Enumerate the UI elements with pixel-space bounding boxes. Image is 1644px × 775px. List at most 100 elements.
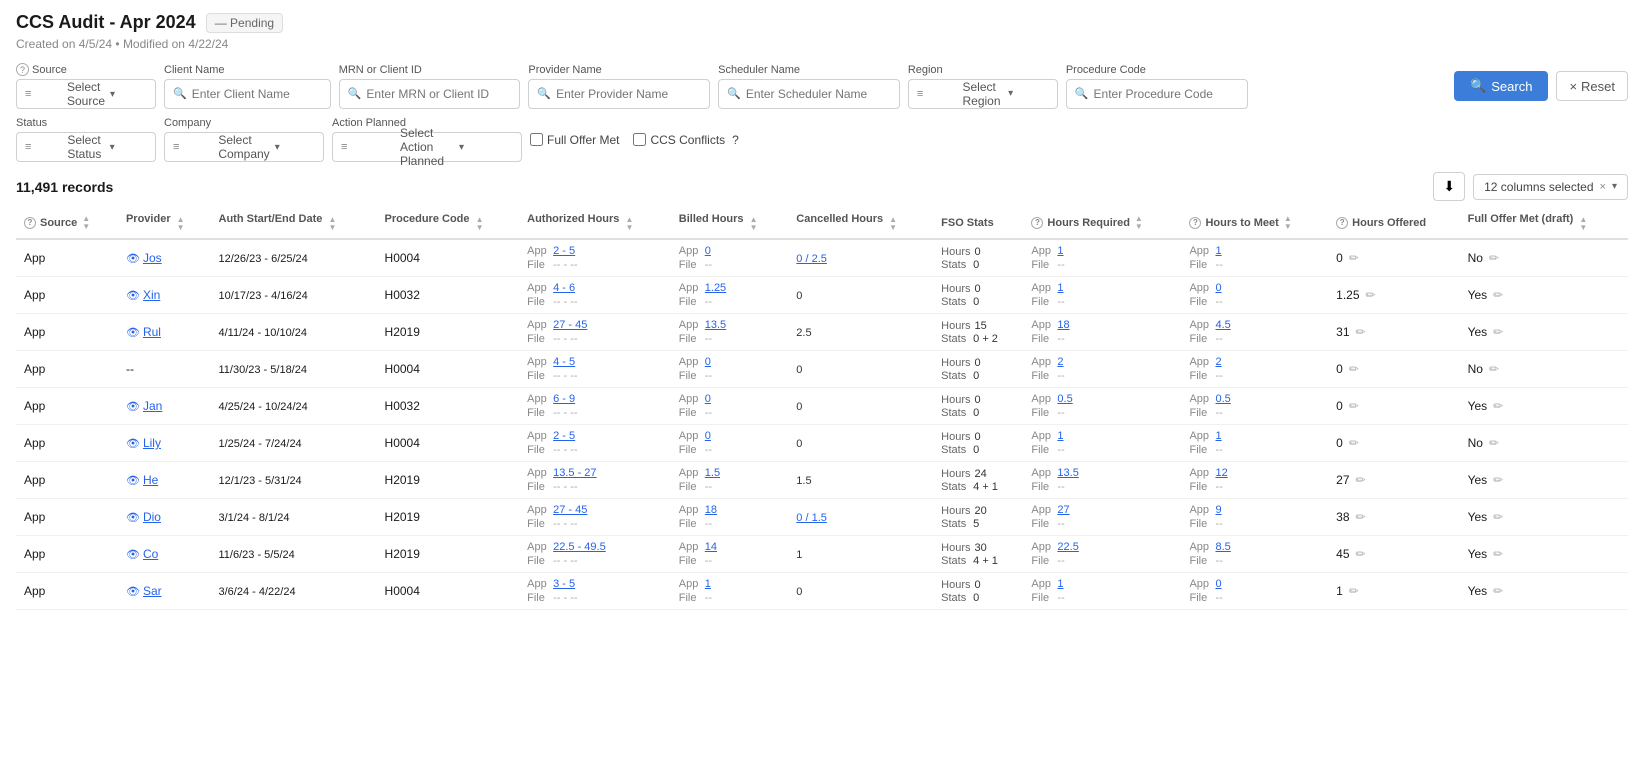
full-offer-edit-icon[interactable]: ✏ <box>1493 325 1503 339</box>
full-offer-edit-icon[interactable]: ✏ <box>1489 436 1499 450</box>
source-select[interactable]: ≡ Select Source ▾ <box>16 79 156 109</box>
fso-stats-cell: Hours20 Stats5 <box>933 499 1023 536</box>
ccs-conflicts-checkbox-label[interactable]: CCS Conflicts ? <box>633 133 738 147</box>
full-offer-edit-icon[interactable]: ✏ <box>1493 510 1503 524</box>
hours-offered-cell: 0 ✏ <box>1328 239 1459 277</box>
full-offer-edit-icon[interactable]: ✏ <box>1493 288 1503 302</box>
scheduler-search-icon: 🔍 <box>727 87 741 100</box>
full-offer-edit-icon[interactable]: ✏ <box>1493 473 1503 487</box>
company-filter: Company ≡ Select Company ▾ <box>164 117 324 162</box>
table-row: App👁Co11/6/23 - 5/5/24H2019 App22.5 - 49… <box>16 536 1628 573</box>
auth-date-cell: 10/17/23 - 4/16/24 <box>211 277 377 314</box>
full-offer-edit-icon[interactable]: ✏ <box>1493 399 1503 413</box>
hours-offered-edit-icon[interactable]: ✏ <box>1349 584 1359 598</box>
full-offer-met-cell: Yes ✏ <box>1460 499 1628 536</box>
full-offer-edit-icon[interactable]: ✏ <box>1493 547 1503 561</box>
billed-hours-sort[interactable]: ▲▼ <box>750 216 758 232</box>
provider-input[interactable] <box>556 87 701 101</box>
full-offer-edit-icon[interactable]: ✏ <box>1493 584 1503 598</box>
provider-sort[interactable]: ▲▼ <box>177 216 185 232</box>
download-icon: ⬇ <box>1443 178 1455 195</box>
toolbar-right: ⬇ 12 columns selected × ▾ <box>1433 172 1628 201</box>
hours-offered-edit-icon[interactable]: ✏ <box>1349 399 1359 413</box>
provider-filter: Provider Name 🔍 <box>528 64 710 109</box>
auth-date-cell: 11/6/23 - 5/5/24 <box>211 536 377 573</box>
status-filter: Status ≡ Select Status ▾ <box>16 117 156 162</box>
source-sort[interactable]: ▲▼ <box>82 215 90 231</box>
source-cell: App <box>16 239 118 277</box>
full-offer-met-checkbox[interactable] <box>530 133 543 146</box>
hours-req-info-icon[interactable]: ? <box>1031 217 1043 229</box>
client-name-search-icon: 🔍 <box>173 87 187 100</box>
auth-hours-sort[interactable]: ▲▼ <box>625 216 633 232</box>
reset-button[interactable]: × Reset <box>1556 71 1628 101</box>
col-cancelled-hours: Cancelled Hours ▲▼ <box>788 207 933 239</box>
col-billed-hours: Billed Hours ▲▼ <box>671 207 789 239</box>
search-button[interactable]: 🔍 Search <box>1454 71 1548 101</box>
region-select[interactable]: ≡ Select Region ▾ <box>908 79 1058 109</box>
provider-search-icon: 🔍 <box>537 87 551 100</box>
provider-cell: 👁Xin <box>118 277 211 314</box>
provider-cell: 👁Dio <box>118 499 211 536</box>
hours-meet-info-icon[interactable]: ? <box>1189 217 1201 229</box>
auth-date-sort[interactable]: ▲▼ <box>328 216 336 232</box>
mrn-input[interactable] <box>366 87 511 101</box>
table-row: App👁Xin10/17/23 - 4/16/24H0032 App4 - 6 … <box>16 277 1628 314</box>
scheduler-input[interactable] <box>746 87 891 101</box>
procedure-code-input[interactable] <box>1094 87 1239 101</box>
hours-required-cell: App2 File-- <box>1023 351 1181 388</box>
table-row: App👁Lily1/25/24 - 7/24/24H0004 App2 - 5 … <box>16 425 1628 462</box>
scheduler-filter: Scheduler Name 🔍 <box>718 64 900 109</box>
hours-offered-info-icon[interactable]: ? <box>1336 217 1348 229</box>
source-col-info-icon[interactable]: ? <box>24 217 36 229</box>
hours-meet-sort[interactable]: ▲▼ <box>1284 215 1292 231</box>
action-planned-select[interactable]: ≡ Select Action Planned ▾ <box>332 132 522 162</box>
columns-x-icon[interactable]: × <box>1600 181 1606 193</box>
hours-offered-edit-icon[interactable]: ✏ <box>1349 251 1359 265</box>
columns-selector[interactable]: 12 columns selected × ▾ <box>1473 174 1628 200</box>
status-select[interactable]: ≡ Select Status ▾ <box>16 132 156 162</box>
provider-cell: 👁Sar <box>118 573 211 610</box>
col-hours-offered: ? Hours Offered <box>1328 207 1459 239</box>
source-info-icon[interactable]: ? <box>16 63 29 76</box>
source-filter: ? Source ≡ Select Source ▾ <box>16 63 156 109</box>
hours-offered-edit-icon[interactable]: ✏ <box>1349 436 1359 450</box>
procedure-search-icon: 🔍 <box>1075 87 1089 100</box>
table-row: App👁He12/1/23 - 5/31/24H2019 App13.5 - 2… <box>16 462 1628 499</box>
hours-req-sort[interactable]: ▲▼ <box>1135 215 1143 231</box>
hours-offered-edit-icon[interactable]: ✏ <box>1356 473 1366 487</box>
region-funnel-icon: ≡ <box>917 88 958 100</box>
client-name-input[interactable] <box>192 87 322 101</box>
full-offer-sort[interactable]: ▲▼ <box>1579 216 1587 232</box>
billed-hours-cell: App14 File-- <box>671 536 789 573</box>
proc-code-sort[interactable]: ▲▼ <box>476 216 484 232</box>
hours-offered-cell: 45 ✏ <box>1328 536 1459 573</box>
reset-x-icon: × <box>1569 79 1577 94</box>
columns-chevron-icon[interactable]: ▾ <box>1612 181 1617 192</box>
hours-offered-edit-icon[interactable]: ✏ <box>1366 288 1376 302</box>
table-row: App👁Rul4/11/24 - 10/10/24H2019 App27 - 4… <box>16 314 1628 351</box>
auth-date-cell: 3/1/24 - 8/1/24 <box>211 499 377 536</box>
cancelled-hours-cell: 2.5 <box>788 314 933 351</box>
billed-hours-cell: App0 File-- <box>671 388 789 425</box>
full-offer-edit-icon[interactable]: ✏ <box>1489 362 1499 376</box>
ccs-conflicts-info-icon[interactable]: ? <box>732 133 739 147</box>
col-auth-hours: Authorized Hours ▲▼ <box>519 207 671 239</box>
provider-cell: 👁Co <box>118 536 211 573</box>
auth-date-cell: 3/6/24 - 4/22/24 <box>211 573 377 610</box>
ccs-conflicts-checkbox[interactable] <box>633 133 646 146</box>
proc-code-cell: H2019 <box>377 314 520 351</box>
company-select[interactable]: ≡ Select Company ▾ <box>164 132 324 162</box>
full-offer-met-cell: Yes ✏ <box>1460 388 1628 425</box>
hours-offered-edit-icon[interactable]: ✏ <box>1356 510 1366 524</box>
billed-hours-cell: App0 File-- <box>671 351 789 388</box>
billed-hours-cell: App1 File-- <box>671 573 789 610</box>
cancelled-hours-sort[interactable]: ▲▼ <box>889 216 897 232</box>
provider-cell: 👁He <box>118 462 211 499</box>
hours-offered-edit-icon[interactable]: ✏ <box>1356 547 1366 561</box>
full-offer-met-checkbox-label[interactable]: Full Offer Met <box>530 133 619 147</box>
hours-offered-edit-icon[interactable]: ✏ <box>1356 325 1366 339</box>
hours-offered-edit-icon[interactable]: ✏ <box>1349 362 1359 376</box>
full-offer-edit-icon[interactable]: ✏ <box>1489 251 1499 265</box>
download-button[interactable]: ⬇ <box>1433 172 1465 201</box>
